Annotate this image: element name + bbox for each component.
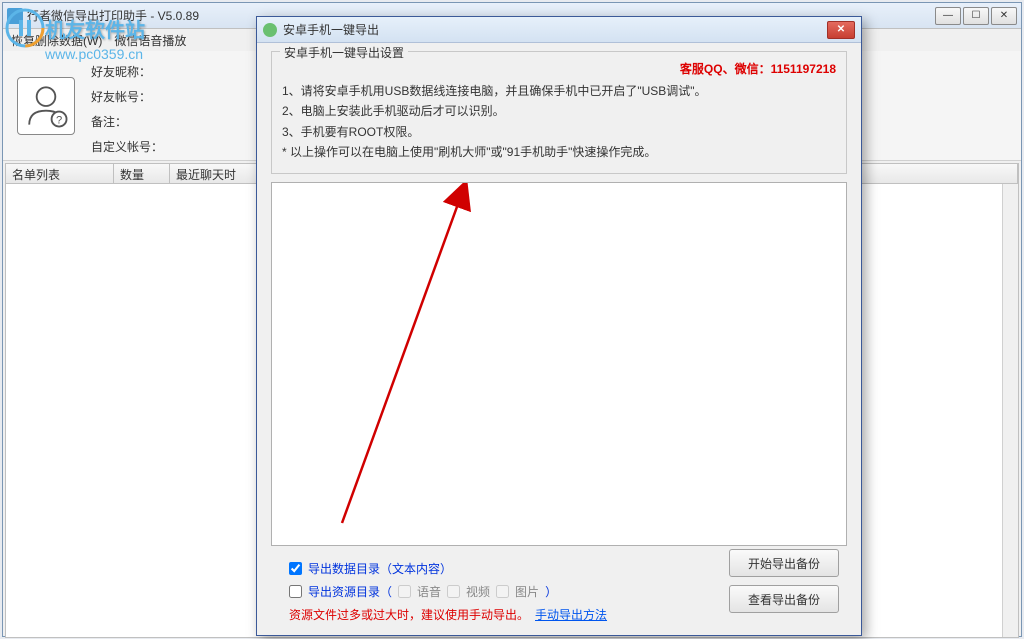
view-export-button[interactable]: 查看导出备份 — [729, 585, 839, 613]
instruction-2: 2、电脑上安装此手机驱动后才可以识别。 — [282, 101, 836, 121]
minimize-button[interactable]: — — [935, 7, 961, 25]
arrow-annotation — [292, 183, 592, 543]
settings-groupbox: 安卓手机一键导出设置 客服QQ、微信：1151197218 1、请将安卓手机用U… — [271, 51, 847, 174]
svg-text:?: ? — [56, 114, 62, 126]
dialog-icon — [263, 23, 277, 37]
audio-label: 语音 — [417, 583, 441, 600]
table-col-count[interactable]: 数量 — [114, 164, 170, 183]
export-data-checkbox[interactable] — [289, 562, 302, 575]
nickname-label: 好友昵称： — [91, 63, 163, 80]
menu-restore[interactable]: 恢复删除数据(W) — [11, 32, 102, 49]
instruction-4: * 以上操作可以在电脑上使用"刷机大师"或"91手机助手"快速操作完成。 — [282, 142, 836, 162]
export-resource-label: 导出资源目录（ — [308, 583, 392, 600]
instruction-1: 1、请将安卓手机用USB数据线连接电脑，并且确保手机中已开启了"USB调试"。 — [282, 81, 836, 101]
table-col-list[interactable]: 名单列表 — [6, 164, 114, 183]
dialog-title: 安卓手机一键导出 — [283, 21, 827, 38]
start-export-button[interactable]: 开始导出备份 — [729, 549, 839, 577]
remark-label: 备注： — [91, 113, 163, 130]
export-resource-checkbox[interactable] — [289, 585, 302, 598]
instruction-3: 3、手机要有ROOT权限。 — [282, 122, 836, 142]
scrollbar[interactable] — [1002, 184, 1018, 637]
log-textarea[interactable] — [271, 182, 847, 546]
maximize-button[interactable]: ☐ — [963, 7, 989, 25]
dialog-titlebar[interactable]: 安卓手机一键导出 ✕ — [257, 17, 861, 43]
custom-label: 自定义帐号： — [91, 138, 163, 155]
image-label: 图片 — [515, 583, 539, 600]
app-icon — [7, 8, 23, 24]
manual-export-link[interactable]: 手动导出方法 — [535, 606, 607, 623]
export-dialog: 安卓手机一键导出 ✕ 安卓手机一键导出设置 客服QQ、微信：1151197218… — [256, 16, 862, 636]
menu-audio[interactable]: 微信语音播放 — [114, 32, 186, 49]
dialog-close-button[interactable]: ✕ — [827, 21, 855, 39]
close-button[interactable]: ✕ — [991, 7, 1017, 25]
contact-info: 客服QQ、微信：1151197218 — [282, 60, 836, 77]
friend-avatar: ? — [17, 77, 75, 135]
account-label: 好友帐号： — [91, 88, 163, 105]
warning-text: 资源文件过多或过大时，建议使用手动导出。 — [289, 606, 529, 623]
close-paren: ） — [545, 583, 557, 600]
video-label: 视频 — [466, 583, 490, 600]
video-checkbox — [447, 585, 460, 598]
export-data-label: 导出数据目录（文本内容） — [308, 560, 452, 577]
groupbox-title: 安卓手机一键导出设置 — [280, 44, 408, 61]
image-checkbox — [496, 585, 509, 598]
audio-checkbox — [398, 585, 411, 598]
